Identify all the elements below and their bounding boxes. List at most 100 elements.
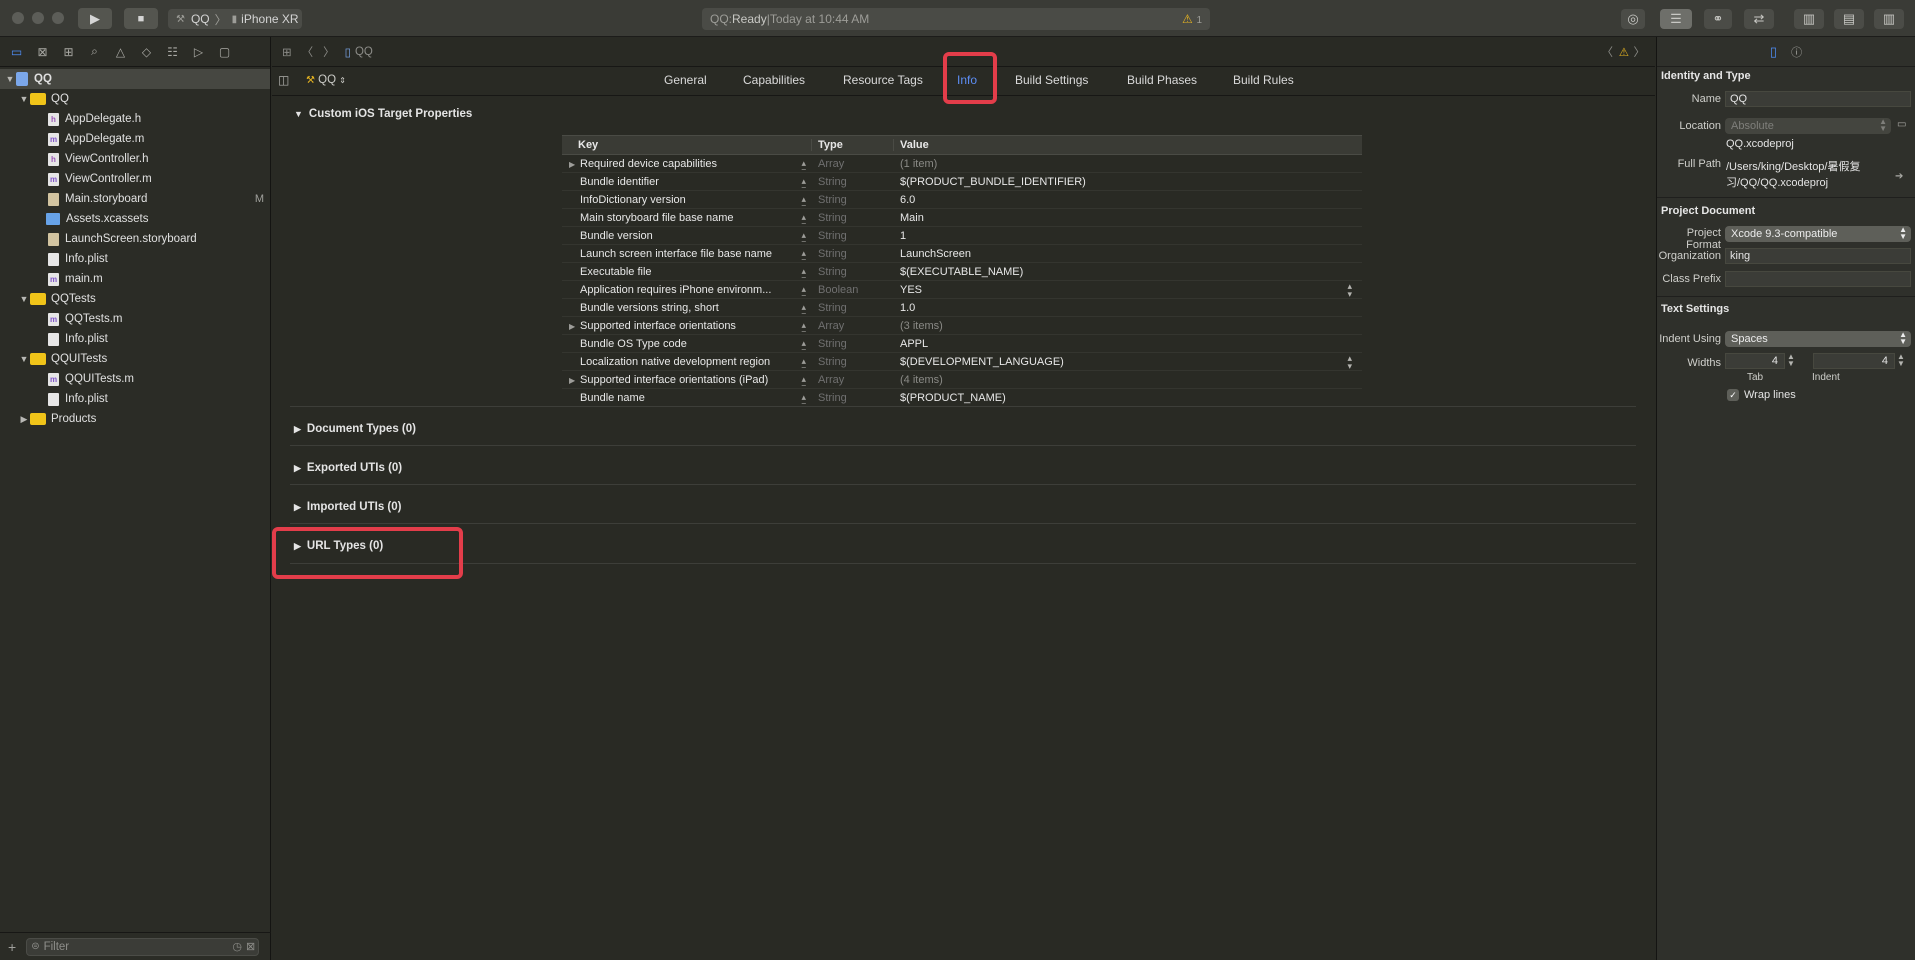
- jump-nav-forward-icon[interactable]: 〉: [1634, 44, 1646, 60]
- assistant-editor-button[interactable]: ⚭: [1704, 9, 1732, 29]
- table-row[interactable]: Bundle identifier ▴▾ String $(PRODUCT_BUNDL…: [562, 173, 1362, 191]
- row-value[interactable]: $(PRODUCT_NAME): [894, 392, 1362, 404]
- column-key[interactable]: Key: [562, 139, 812, 151]
- table-row[interactable]: Bundle name ▴▾ String $(PRODUCT_NAME): [562, 389, 1362, 407]
- key-updown-icon[interactable]: ▴▾: [801, 320, 806, 332]
- row-type[interactable]: String: [812, 392, 894, 404]
- folder-icon[interactable]: ▭: [8, 43, 25, 60]
- disclosure-open-icon[interactable]: ▼: [294, 109, 303, 119]
- report-icon[interactable]: ▢: [216, 43, 233, 60]
- row-value[interactable]: (4 items): [894, 374, 1362, 386]
- row-value[interactable]: Main: [894, 212, 1362, 224]
- value-updown-icon[interactable]: ▴ ▾: [1347, 354, 1352, 371]
- tab-general[interactable]: General: [664, 73, 707, 87]
- wrap-lines-checkbox-row[interactable]: ✓ Wrap lines: [1727, 389, 1796, 401]
- stop-button[interactable]: ■: [124, 8, 158, 29]
- row-value[interactable]: APPL: [894, 338, 1362, 350]
- tree-item-file[interactable]: Info.plist: [0, 329, 270, 349]
- project-format-popup[interactable]: Xcode 9.3-compatible ▲ ▼: [1725, 226, 1911, 242]
- key-updown-icon[interactable]: ▴▾: [801, 212, 806, 224]
- scheme-selector[interactable]: ⚒ QQ 〉 ▮ iPhone XR: [168, 9, 302, 29]
- key-updown-icon[interactable]: ▴▾: [801, 158, 806, 170]
- related-items-icon[interactable]: ⊞: [282, 45, 292, 59]
- tab-build-rules[interactable]: Build Rules: [1233, 73, 1294, 87]
- run-button[interactable]: ▶: [78, 8, 112, 29]
- row-key[interactable]: Executable file ▴▾: [562, 266, 812, 278]
- tab-width-stepper-icon[interactable]: ▲ ▼: [1787, 353, 1795, 368]
- row-value[interactable]: YES ▴ ▾: [894, 282, 1362, 299]
- row-key[interactable]: InfoDictionary version ▴▾: [562, 194, 812, 206]
- row-key[interactable]: Bundle name ▴▾: [562, 392, 812, 404]
- standard-editor-button[interactable]: ☰: [1660, 9, 1692, 29]
- tree-item-project[interactable]: ▼ QQ: [0, 69, 270, 89]
- zoom-window-button[interactable]: [52, 12, 64, 24]
- key-updown-icon[interactable]: ▴▾: [801, 176, 806, 188]
- disclosure-closed-icon[interactable]: ▶: [569, 322, 575, 331]
- row-type[interactable]: Array: [812, 158, 894, 170]
- tab-width-field[interactable]: 4: [1725, 353, 1785, 369]
- table-row[interactable]: ▶ Supported interface orientations ▴▾ Array…: [562, 317, 1362, 335]
- key-updown-icon[interactable]: ▴▾: [801, 302, 806, 314]
- row-key[interactable]: Bundle identifier ▴▾: [562, 176, 812, 188]
- row-key[interactable]: Bundle version ▴▾: [562, 230, 812, 242]
- tree-item-file[interactable]: m QQUITests.m: [0, 369, 270, 389]
- tab-build-settings[interactable]: Build Settings: [1015, 73, 1088, 87]
- column-type[interactable]: Type: [812, 139, 894, 151]
- filter-input[interactable]: ⊜ Filter ◷ ⊠: [26, 937, 260, 956]
- reveal-arrow-icon[interactable]: ➔: [1895, 171, 1903, 182]
- row-value[interactable]: $(EXECUTABLE_NAME): [894, 266, 1362, 278]
- quick-help-icon[interactable]: ⓘ: [1791, 44, 1802, 60]
- file-inspector-icon[interactable]: ▯: [1770, 44, 1777, 60]
- tree-item-group[interactable]: ▼ QQUITests: [0, 349, 270, 369]
- indent-using-popup[interactable]: Spaces ▲ ▼: [1725, 331, 1911, 347]
- disclosure-closed-icon[interactable]: ▶: [294, 502, 301, 512]
- row-type[interactable]: String: [812, 266, 894, 278]
- row-type[interactable]: String: [812, 176, 894, 188]
- custom-properties-section[interactable]: ▼ Custom iOS Target Properties: [294, 108, 472, 120]
- row-type[interactable]: String: [812, 212, 894, 224]
- row-key[interactable]: ▶ Supported interface orientations ▴▾: [562, 320, 812, 332]
- row-type[interactable]: Boolean: [812, 284, 894, 296]
- key-updown-icon[interactable]: ▴▾: [801, 194, 806, 206]
- disclosure-open-icon[interactable]: ▼: [18, 94, 30, 104]
- table-row[interactable]: Launch screen interface file base name ▴▾…: [562, 245, 1362, 263]
- tree-item-file[interactable]: Main.storyboard M: [0, 189, 270, 209]
- row-type[interactable]: String: [812, 356, 894, 368]
- table-row[interactable]: Main storyboard file base name▴▾StringMa…: [562, 209, 1362, 227]
- row-key[interactable]: Main storyboard file base name ▴▾: [562, 212, 812, 224]
- row-key[interactable]: ▶ Required device capabilities ▴▾: [562, 158, 812, 170]
- source-control-icon[interactable]: ⊠: [34, 43, 51, 60]
- checkbox-checked-icon[interactable]: ✓: [1727, 389, 1739, 401]
- document-types-section[interactable]: ▶ Document Types (0): [294, 423, 416, 435]
- key-updown-icon[interactable]: ▴▾: [801, 284, 806, 296]
- key-updown-icon[interactable]: ▴▾: [801, 266, 806, 278]
- row-value[interactable]: 1.0: [894, 302, 1362, 314]
- toggle-navigator-button[interactable]: ▥: [1794, 9, 1824, 29]
- key-updown-icon[interactable]: ▴▾: [801, 392, 806, 404]
- tree-item-file[interactable]: m ViewController.m: [0, 169, 270, 189]
- tree-item-file[interactable]: LaunchScreen.storyboard: [0, 229, 270, 249]
- table-row[interactable]: Bundle versions string, short ▴▾ String 1.0: [562, 299, 1362, 317]
- row-type[interactable]: Array: [812, 374, 894, 386]
- key-updown-icon[interactable]: ▴▾: [801, 374, 806, 386]
- imported-utis-section[interactable]: ▶ Imported UTIs (0): [294, 501, 401, 513]
- table-row[interactable]: Bundle OS Type code ▴▾ String APPL: [562, 335, 1362, 353]
- key-updown-icon[interactable]: ▴▾: [801, 338, 806, 350]
- tree-item-file[interactable]: h AppDelegate.h: [0, 109, 270, 129]
- tab-resource-tags[interactable]: Resource Tags: [843, 73, 923, 87]
- table-row[interactable]: Bundle version ▴▾ String 1: [562, 227, 1362, 245]
- row-key[interactable]: Bundle versions string, short ▴▾: [562, 302, 812, 314]
- table-row[interactable]: Localization native development region ▴▾…: [562, 353, 1362, 371]
- breadcrumb[interactable]: QQ: [355, 46, 373, 58]
- reveal-folder-icon[interactable]: ▭: [1897, 119, 1906, 130]
- organization-field[interactable]: king: [1725, 248, 1911, 264]
- toggle-inspector-button[interactable]: ▥: [1874, 9, 1904, 29]
- warning-icon[interactable]: ⚠: [1619, 45, 1629, 59]
- row-type[interactable]: String: [812, 302, 894, 314]
- row-value[interactable]: LaunchScreen: [894, 248, 1362, 260]
- source-control-filter-icon[interactable]: ⊠: [246, 940, 255, 953]
- key-updown-icon[interactable]: ▴▾: [801, 356, 806, 368]
- tree-item-file[interactable]: m main.m: [0, 269, 270, 289]
- project-target-list-toggle-icon[interactable]: ◫: [278, 73, 289, 87]
- row-value[interactable]: $(PRODUCT_BUNDLE_IDENTIFIER): [894, 176, 1362, 188]
